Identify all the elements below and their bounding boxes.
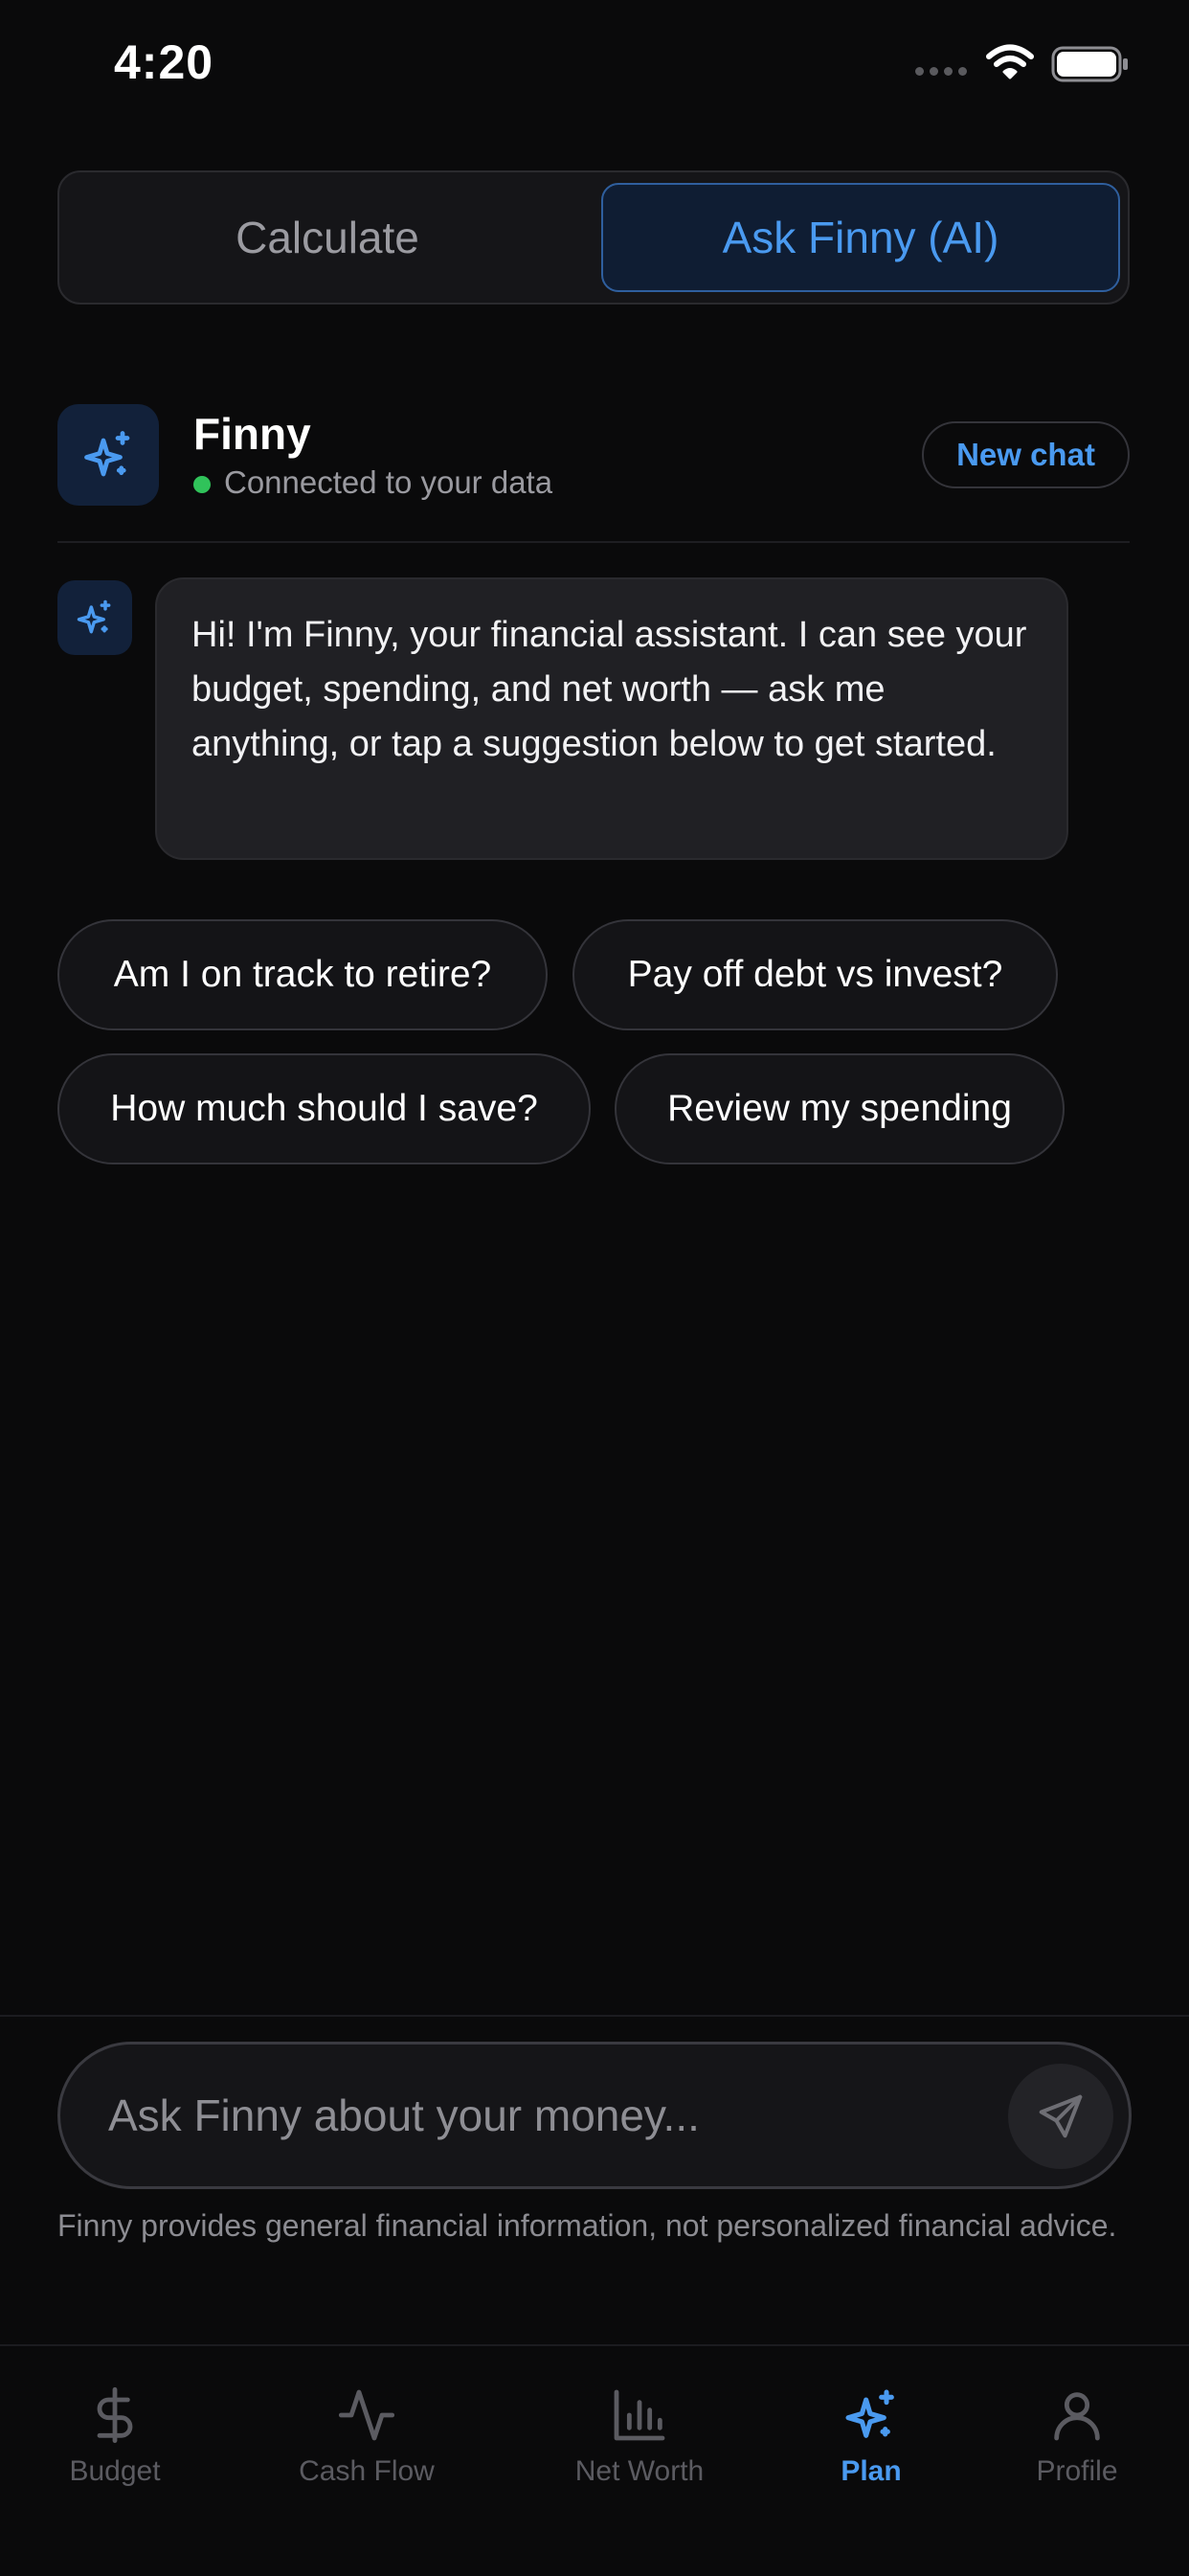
tab-plan[interactable]: Plan [756,2384,986,2509]
mode-segmented-control: Calculate Ask Finny (AI) [57,170,1130,305]
ask-finny-tab[interactable]: Ask Finny (AI) [601,183,1120,292]
tab-label: Cash Flow [299,2455,435,2487]
assistant-name: Finny [193,409,311,459]
bar-chart-icon [614,2389,665,2441]
person-icon [1054,2392,1100,2441]
dollar-icon [97,2386,133,2444]
tab-budget[interactable]: Budget [0,2384,230,2509]
pulse-icon [338,2389,395,2441]
assistant-message-bubble: Hi! I'm Finny, your financial assistant.… [155,577,1068,860]
wifi-icon [986,44,1034,79]
chat-composer [57,2042,1132,2189]
suggestion-chip[interactable]: Am I on track to retire? [57,919,548,1030]
sparkle-icon [845,2389,894,2438]
assistant-header: Finny Connected to your data New chat [57,404,1130,509]
send-button[interactable] [1008,2064,1113,2169]
tab-label: Profile [1036,2455,1118,2487]
cellular-signal-icon [915,67,967,76]
assistant-avatar [57,404,159,506]
tab-profile[interactable]: Profile [962,2384,1189,2509]
sparkle-icon [77,599,111,634]
tab-label: Net Worth [574,2455,705,2487]
calculate-tab[interactable]: Calculate [71,183,584,292]
disclaimer-text: Finny provides general financial informa… [57,2208,1117,2243]
sparkle-icon [84,431,130,477]
bottom-tab-bar: Budget Cash Flow Net Worth Plan Profile [0,2344,1189,2576]
message-avatar [57,580,132,655]
suggestion-chip[interactable]: Review my spending [615,1053,1065,1164]
header-divider [57,541,1130,543]
battery-icon [1051,46,1128,82]
tab-cash-flow[interactable]: Cash Flow [252,2384,482,2509]
send-icon [1039,2094,1083,2138]
suggestion-chip[interactable]: How much should I save? [57,1053,591,1164]
chat-input[interactable] [108,2045,1008,2186]
composer-divider [0,2015,1189,2017]
connection-status-dot [193,476,211,493]
tab-net-worth[interactable]: Net Worth [525,2384,754,2509]
tab-label: Budget [69,2455,161,2487]
suggestion-chip[interactable]: Pay off debt vs invest? [572,919,1058,1030]
status-time: 4:20 [114,35,214,89]
tab-label: Plan [841,2455,902,2487]
connection-status-text: Connected to your data [224,464,553,500]
status-bar: 4:20 [0,0,1189,134]
new-chat-button[interactable]: New chat [922,421,1130,488]
